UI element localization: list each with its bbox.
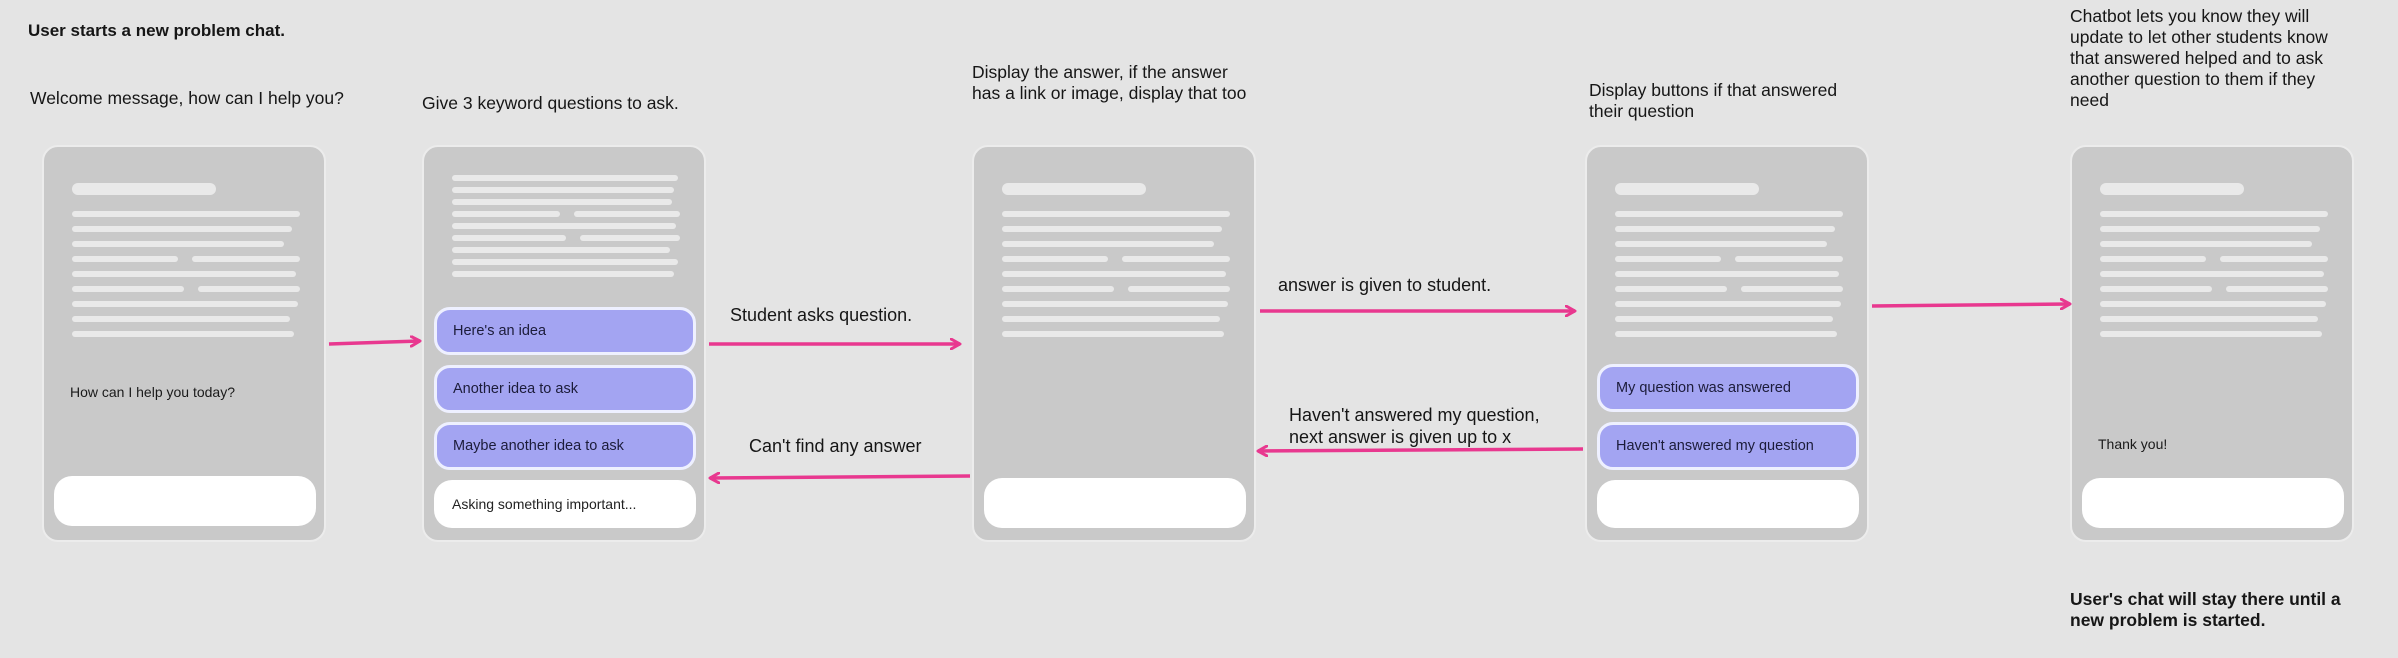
flow-label-student-asks: Student asks question. [730, 305, 913, 325]
arrow-screen4-to-screen3 [1258, 449, 1584, 451]
flow-label-answer-given: answer is given to student. [1278, 275, 1492, 295]
flow-label-havent-answered: Haven't answered my question, next answe… [1289, 405, 1540, 447]
flow-arrows [328, 0, 2398, 658]
arrow-screen4-to-screen5 [1871, 304, 2070, 306]
arrow-screen3-to-screen2 [710, 476, 971, 478]
arrow-screen1-to-screen2 [328, 341, 420, 344]
flow-label-cant-find: Can't find any answer [749, 436, 922, 456]
